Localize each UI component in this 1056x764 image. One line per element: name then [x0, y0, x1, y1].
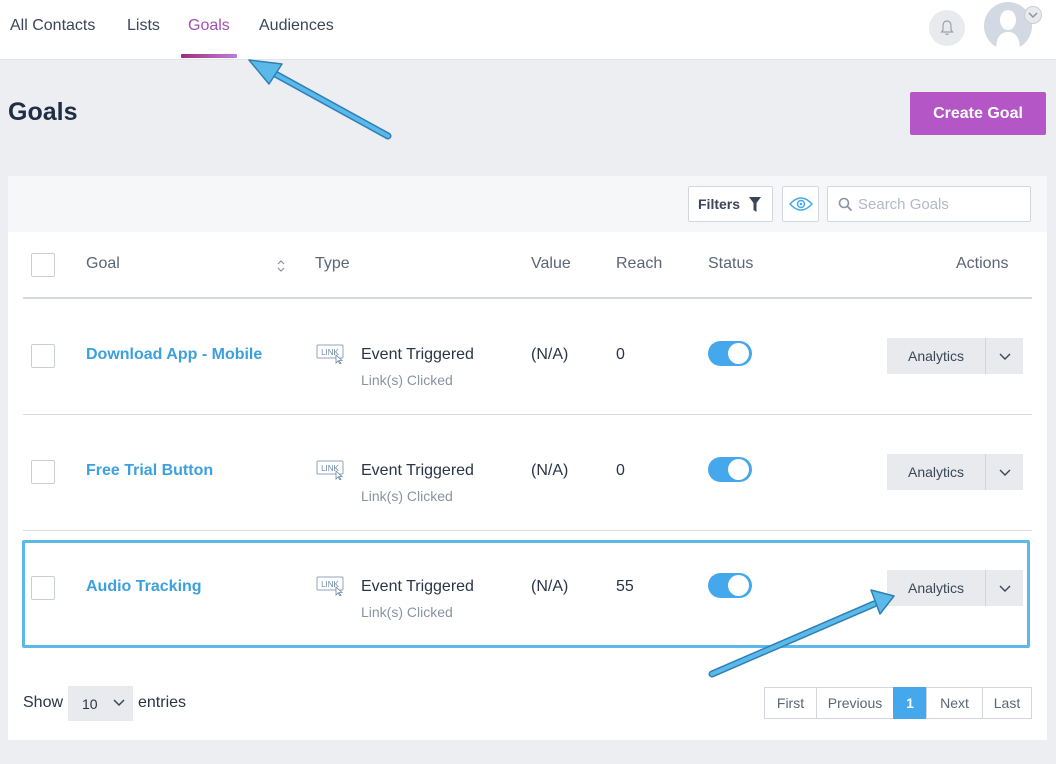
goal-type-detail: Link(s) Clicked	[361, 488, 453, 504]
goal-name-link[interactable]: Audio Tracking	[86, 578, 202, 596]
row-divider	[23, 530, 1032, 531]
goal-value: (N/A)	[531, 462, 569, 479]
notifications-button[interactable]	[929, 10, 965, 46]
tab-all-contacts[interactable]: All Contacts	[10, 17, 95, 35]
pagination-last[interactable]: Last	[982, 687, 1032, 719]
status-toggle[interactable]	[708, 573, 752, 598]
active-tab-indicator	[181, 54, 237, 58]
link-icon: LINK	[316, 576, 344, 596]
goal-type-detail: Link(s) Clicked	[361, 604, 453, 620]
column-header-reach: Reach	[616, 255, 663, 272]
entries-label: entries	[138, 694, 187, 711]
pagination-first[interactable]: First	[764, 687, 817, 719]
eye-icon	[788, 197, 813, 211]
arrow-to-goals-tab	[248, 59, 392, 140]
link-icon: LINK	[316, 344, 344, 364]
column-header-goal[interactable]: Goal	[86, 255, 120, 273]
column-header-value: Value	[531, 255, 571, 272]
actions-dropdown-button[interactable]	[985, 338, 1023, 374]
goal-value: (N/A)	[531, 346, 569, 363]
analytics-button[interactable]: Analytics	[887, 570, 985, 606]
funnel-icon	[749, 197, 761, 212]
row-divider	[23, 414, 1032, 415]
entries-value: 10	[82, 695, 98, 712]
table-toolbar: Filters	[8, 176, 1047, 232]
row-checkbox[interactable]	[31, 460, 55, 484]
pagination-previous[interactable]: Previous	[816, 687, 894, 719]
tab-lists[interactable]: Lists	[127, 17, 160, 35]
column-header-status: Status	[708, 255, 754, 272]
goals-table-card: Filters Goal Type Value Reach Status	[8, 176, 1047, 740]
account-menu-toggle[interactable]	[1024, 6, 1042, 24]
bell-icon	[940, 20, 954, 36]
tab-goals[interactable]: Goals	[188, 17, 230, 35]
row-checkbox[interactable]	[31, 576, 55, 600]
goal-name-link[interactable]: Free Trial Button	[86, 462, 213, 480]
chevron-down-icon	[999, 353, 1010, 360]
show-label: Show	[23, 694, 64, 711]
search-input[interactable]	[858, 187, 1026, 221]
tab-audiences[interactable]: Audiences	[259, 17, 334, 35]
status-toggle[interactable]	[708, 457, 752, 482]
goal-type: Event Triggered	[361, 462, 474, 479]
column-visibility-button[interactable]	[782, 186, 819, 222]
select-all-checkbox[interactable]	[31, 253, 55, 277]
column-header-actions: Actions	[956, 255, 1009, 272]
top-navigation: All Contacts Lists Goals Audiences	[0, 0, 1056, 60]
sort-icon[interactable]	[276, 259, 286, 273]
analytics-button[interactable]: Analytics	[887, 338, 985, 374]
create-goal-button[interactable]: Create Goal	[910, 92, 1046, 135]
search-icon	[838, 197, 853, 212]
goal-value: (N/A)	[531, 578, 569, 595]
column-header-type: Type	[315, 255, 350, 272]
filters-label: Filters	[698, 196, 741, 212]
link-icon: LINK	[316, 460, 344, 480]
goal-name-link[interactable]: Download App - Mobile	[86, 346, 262, 364]
actions-dropdown-button[interactable]	[985, 454, 1023, 490]
goal-reach: 0	[616, 346, 625, 363]
pagination-page-1[interactable]: 1	[893, 687, 927, 719]
analytics-button[interactable]: Analytics	[887, 454, 985, 490]
actions-dropdown-button[interactable]	[985, 570, 1023, 606]
entries-per-page-select[interactable]: 10	[68, 686, 133, 721]
chevron-down-icon	[113, 699, 125, 706]
chevron-down-icon	[999, 469, 1010, 476]
row-checkbox[interactable]	[31, 344, 55, 368]
search-goals-field[interactable]	[827, 186, 1031, 222]
pagination-next[interactable]: Next	[926, 687, 983, 719]
chevron-down-icon	[999, 585, 1010, 592]
page-title: Goals	[8, 98, 78, 126]
goal-type: Event Triggered	[361, 578, 474, 595]
goal-type: Event Triggered	[361, 346, 474, 363]
status-toggle[interactable]	[708, 341, 752, 366]
filters-button[interactable]: Filters	[688, 186, 773, 222]
header-divider	[23, 297, 1032, 299]
chevron-down-icon	[1028, 12, 1038, 18]
goal-type-detail: Link(s) Clicked	[361, 372, 453, 388]
goal-reach: 55	[616, 578, 634, 595]
goal-reach: 0	[616, 462, 625, 479]
